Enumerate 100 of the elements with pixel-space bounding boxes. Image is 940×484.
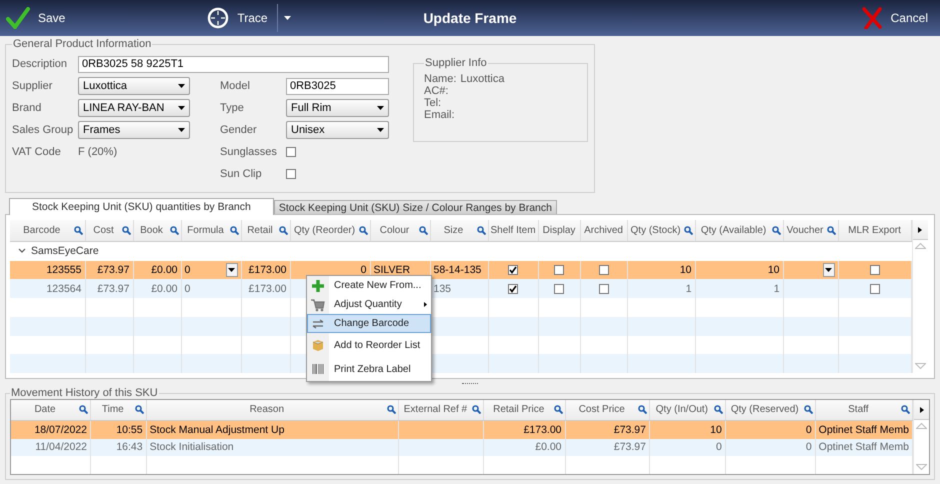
search-icon[interactable] (230, 226, 238, 235)
column-header[interactable]: External Ref # (399, 400, 483, 420)
column-header[interactable]: Cost (86, 220, 132, 240)
checkbox[interactable] (554, 284, 564, 294)
checkbox[interactable] (598, 284, 609, 294)
search-icon[interactable] (684, 226, 693, 235)
dropdown-field[interactable]: Frames (78, 121, 190, 139)
table-row[interactable]: 11/04/2022 16:43 Stock Initialisation £0.00 £73.97 0 0 Optinet Staff Memb (11, 438, 912, 456)
search-icon[interactable] (826, 226, 836, 235)
cart-icon (311, 298, 325, 312)
field-label: Sales Group (12, 124, 74, 136)
checkbox[interactable] (870, 284, 880, 294)
dropdown-button[interactable] (226, 263, 238, 278)
search-icon[interactable] (901, 405, 910, 414)
search-icon[interactable] (638, 405, 647, 414)
field-value: F (20%) (78, 146, 118, 158)
cancel-button[interactable]: Cancel (854, 1, 934, 35)
caret-icon (178, 84, 185, 88)
table-row[interactable]: 18/07/2022 10:55 Stock Manual Adjustment Up £173.00 £73.97 10 0 Optinet Staff Memb (11, 420, 912, 439)
column-header[interactable]: Colour (370, 220, 430, 240)
scroll-right-icon[interactable] (920, 406, 924, 412)
search-icon[interactable] (358, 226, 368, 235)
column-header[interactable]: Retail Price (484, 400, 565, 420)
checkbox[interactable] (554, 265, 564, 276)
chevron-icon[interactable] (18, 248, 26, 254)
info-label: Email: (424, 109, 455, 121)
column-header[interactable]: Formula (182, 220, 240, 240)
column-header[interactable]: Qty (Stock) (628, 220, 695, 240)
column-header[interactable]: Reason (146, 400, 398, 420)
scroll-right-icon[interactable] (918, 226, 922, 232)
search-icon[interactable] (278, 226, 288, 235)
field-label: Description (12, 58, 68, 70)
search-icon[interactable] (476, 226, 486, 235)
column-header[interactable]: Cost Price (566, 400, 649, 420)
search-icon[interactable] (74, 226, 82, 235)
search-icon[interactable] (714, 405, 723, 414)
caret-icon (178, 106, 185, 110)
column-header[interactable]: Shelf Item (488, 220, 538, 240)
search-icon[interactable] (387, 405, 396, 414)
search-icon[interactable] (170, 226, 178, 235)
info-label: AC#: (424, 85, 448, 97)
crosshair-icon (207, 7, 230, 29)
trace-button[interactable]: Trace (201, 1, 274, 35)
checkbox[interactable] (508, 265, 518, 276)
caret-icon (178, 128, 185, 132)
search-icon[interactable] (122, 226, 130, 235)
column-header[interactable]: Archived (580, 220, 627, 240)
section-title: Movement History of this SKU (10, 387, 159, 399)
dropdown-field[interactable]: Full Rim (286, 99, 389, 117)
column-header[interactable]: Display (538, 220, 580, 240)
checkmark-icon (509, 284, 518, 293)
section-title: Supplier Info (424, 57, 488, 69)
info-label: Name: (424, 73, 456, 85)
splitter-handle[interactable] (462, 382, 478, 384)
field-label: VAT Code (12, 146, 62, 158)
save-button[interactable]: Save (0, 1, 72, 35)
column-header[interactable]: Qty (Reorder) (290, 220, 370, 240)
dropdown-field[interactable]: Luxottica (78, 77, 190, 95)
checkbox[interactable] (286, 147, 296, 158)
field-label: Sun Clip (220, 168, 263, 180)
menu-item[interactable]: Add to Reorder List (307, 333, 431, 357)
column-header[interactable]: Time (91, 400, 146, 420)
tab[interactable]: Stock Keeping Unit (SKU) quantities by Branch (9, 198, 274, 215)
barcode-icon (311, 362, 325, 376)
search-icon[interactable] (134, 405, 144, 414)
text-field[interactable]: 0RB3025 (286, 78, 389, 94)
caret-icon (284, 16, 291, 20)
field-label: Gender (220, 124, 258, 136)
caret-icon (377, 106, 384, 110)
search-icon[interactable] (804, 405, 813, 414)
column-header[interactable]: Retail (242, 220, 290, 240)
checkbox[interactable] (870, 265, 880, 276)
checkbox[interactable] (598, 265, 609, 276)
column-header[interactable]: Date (11, 400, 90, 420)
section-title: General Product Information (12, 38, 152, 50)
column-header[interactable]: Qty (Available) (696, 220, 783, 240)
table-row[interactable]: 123555 £73.97 £0.00 0 £173.00 0 SILVER 58-14-135 10 10 (10, 260, 912, 280)
column-header[interactable]: MLR Export (838, 220, 911, 240)
column-header[interactable]: Voucher (784, 220, 838, 240)
text-field[interactable]: 0RB3025 58 9225T1 (78, 56, 389, 72)
search-icon[interactable] (79, 405, 88, 414)
search-icon[interactable] (418, 226, 428, 235)
checkbox[interactable] (286, 169, 296, 180)
menu-item[interactable]: Change Barcode (307, 314, 431, 333)
column-header[interactable]: Staff (816, 400, 912, 420)
dropdown-field[interactable]: LINEA RAY-BAN (78, 99, 190, 117)
column-header[interactable]: Book (134, 220, 180, 240)
search-icon[interactable] (554, 405, 563, 414)
dropdown-button[interactable] (822, 263, 835, 278)
column-header[interactable]: Size (430, 220, 488, 240)
info-label: Tel: (424, 97, 442, 109)
tab[interactable]: Stock Keeping Unit (SKU) Size / Colour Ranges by Branch (274, 200, 557, 214)
column-header[interactable]: Qty (Reserved) (726, 400, 815, 420)
checkbox[interactable] (508, 284, 518, 294)
column-header[interactable]: Qty (In/Out) (650, 400, 725, 420)
column-header[interactable]: Barcode (10, 220, 84, 240)
dropdown-field[interactable]: Unisex (286, 121, 389, 139)
menu-item[interactable]: Print Zebra Label (307, 357, 431, 381)
search-icon[interactable] (472, 405, 481, 414)
search-icon[interactable] (772, 226, 781, 235)
